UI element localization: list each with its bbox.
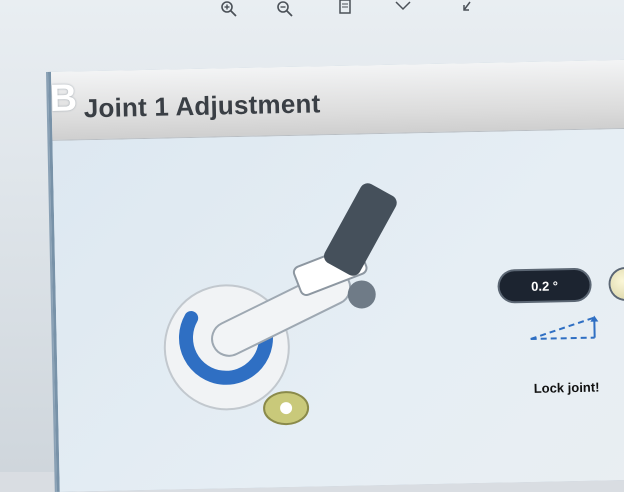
angle-readout: 0.2 ° bbox=[499, 270, 590, 302]
diamond-icon[interactable] bbox=[394, 0, 412, 18]
application-window: B Joint 1 Adjustment 0.2 ° bbox=[48, 60, 624, 492]
mount-bracket bbox=[321, 180, 399, 278]
joint-illustration bbox=[143, 174, 408, 439]
document-icon[interactable] bbox=[336, 0, 354, 18]
step-letter: B bbox=[49, 77, 77, 121]
zoom-out-icon[interactable] bbox=[276, 0, 294, 18]
arrow-icon[interactable] bbox=[460, 0, 478, 18]
content-area: 0.2 ° Lock joint! bbox=[52, 129, 624, 492]
top-toolbar bbox=[0, 0, 624, 26]
status-light bbox=[610, 269, 624, 300]
zoom-in-icon[interactable] bbox=[220, 0, 238, 18]
lock-joint-message: Lock joint! bbox=[534, 380, 600, 396]
tilt-angle-icon bbox=[528, 311, 601, 343]
ball-joint bbox=[347, 280, 376, 309]
page-title: Joint 1 Adjustment bbox=[83, 88, 320, 124]
title-bar: B Joint 1 Adjustment bbox=[51, 60, 624, 141]
